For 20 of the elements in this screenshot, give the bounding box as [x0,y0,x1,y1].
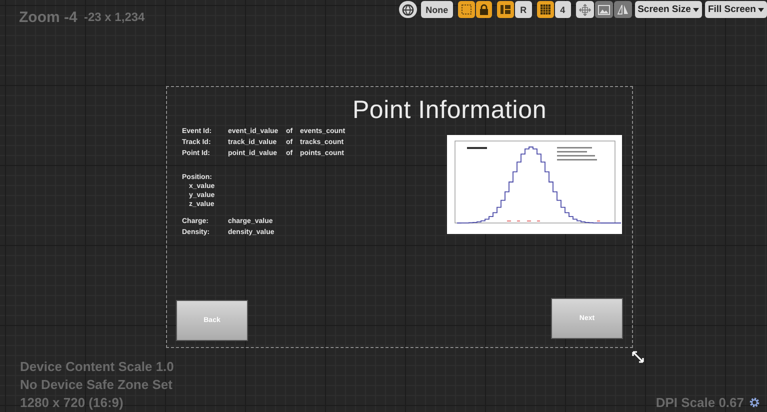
toolbar-button[interactable]: R [515,1,532,18]
device-info-text: 1280 x 720 (16:9) [20,394,124,412]
move-icon[interactable] [576,1,594,18]
dpi-scale-label: DPI Scale 0.67 [656,395,744,410]
settings-icon[interactable] [748,396,761,409]
dropdown-button[interactable]: Fill Screen [704,1,767,18]
toolbar-button[interactable]: 4 [554,1,571,18]
globe-icon[interactable] [398,1,417,18]
device-info-text: No Device Safe Zone Set [20,376,174,394]
zoom-label: Zoom -4 [19,8,75,26]
grid-icon[interactable] [536,1,554,18]
device-info-text: Device Content Scale 1.0 [20,358,174,376]
layout-icon[interactable] [497,1,514,18]
outline-icon[interactable] [458,1,476,18]
coordinates-label: -23 x 1,234 [84,10,145,24]
lock-icon[interactable] [476,1,492,18]
widget-title: Point Information [352,96,547,124]
resize-handle-icon[interactable] [632,351,644,363]
toolbar-button[interactable]: None [420,1,454,18]
dropdown-button[interactable]: Screen Size [634,1,702,18]
